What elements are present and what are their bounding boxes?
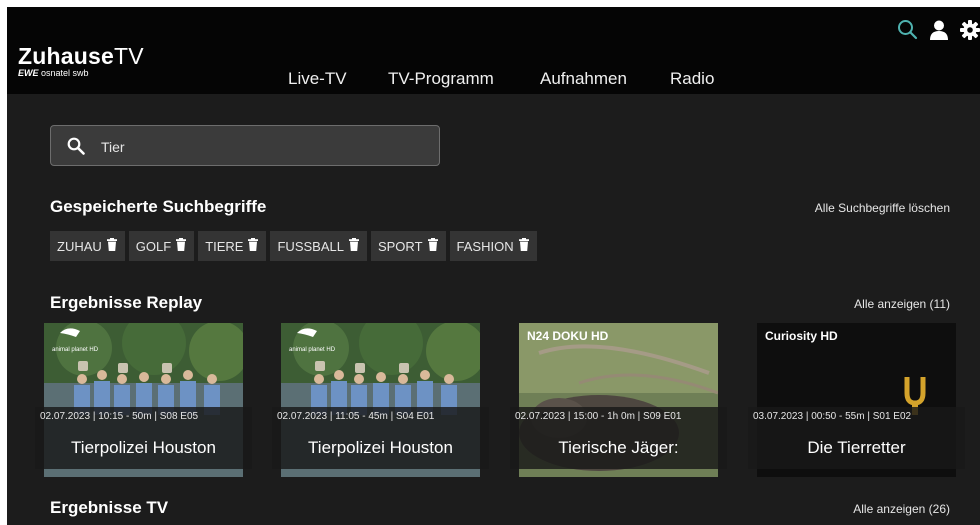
saved-search-chips: ZUHAU GOLF TIERE FUSSBALL SPORT FASHION [50,231,537,261]
search-input[interactable] [99,136,423,158]
tv-results-title: Ergebnisse TV [50,498,169,517]
chip-label: GOLF [135,238,172,254]
replay-card[interactable]: Curiosity HD 03.07.2023 | 00:50 - 55m | … [748,323,965,477]
card-meta: 03.07.2023 | 00:50 - 55m | S01 E02 [753,411,912,422]
app-frame: ZuhauseTV EWE osnatel swb Live-TV TV-Pro… [7,7,980,525]
card-title: Die Tierretter [807,438,906,457]
card-title: Tierpolizei Houston [308,438,453,457]
channel-logo: Curiosity HD [765,329,838,343]
search-chip[interactable]: FUSSBALL [270,231,367,261]
trash-icon[interactable] [106,238,117,254]
replay-results-row: animal planet HD 02.07.2023 | 10:15 - 50… [35,323,980,493]
saved-searches-title: Gespeicherte Suchbegriffe [50,197,267,216]
chip-label: TIERE [205,238,244,254]
card-meta: 02.07.2023 | 10:15 - 50m | S08 E05 [40,411,199,422]
tv-show-all-link[interactable]: Alle anzeigen (26) [853,502,950,516]
search-input-icon [67,137,85,160]
search-box[interactable] [50,125,440,166]
gear-icon[interactable] [960,19,980,45]
trash-icon[interactable] [348,238,359,254]
trash-icon[interactable] [176,238,187,254]
replay-show-all-link[interactable]: Alle anzeigen (11) [854,297,950,311]
search-chip[interactable]: FASHION [449,231,537,261]
replay-card[interactable]: animal planet HD 02.07.2023 | 10:15 - 50… [35,323,252,477]
trash-icon[interactable] [427,238,438,254]
channel-logo: animal planet HD [289,347,336,353]
search-chip[interactable]: ZUHAU [50,231,125,261]
search-chip[interactable]: TIERE [198,231,267,261]
card-meta: 02.07.2023 | 11:05 - 45m | S04 E01 [277,411,435,422]
trash-icon[interactable] [248,238,259,254]
zuhausetv-logo[interactable]: ZuhauseTV EWE osnatel swb [18,44,144,78]
card-title: Tierische Jäger: [558,438,679,457]
replay-results-title: Ergebnisse Replay [50,293,203,312]
top-bar: ZuhauseTV EWE osnatel swb Live-TV TV-Pro… [7,7,980,94]
chip-label: SPORT [377,238,423,254]
logo-sub-rest: osnatel swb [41,68,89,78]
user-icon[interactable] [930,20,948,45]
chip-label: FUSSBALL [277,238,344,254]
search-icon[interactable] [897,19,918,45]
nav-live-tv[interactable]: Live-TV [288,69,347,89]
channel-logo: animal planet HD [52,347,99,353]
nav-tv-programm[interactable]: TV-Programm [388,69,494,89]
search-chip[interactable]: SPORT [370,231,446,261]
logo-sub-ewe: EWE [18,68,39,78]
card-title: Tierpolizei Houston [71,438,216,457]
replay-card[interactable]: animal planet HD 02.07.2023 | 11:05 - 45… [272,323,489,477]
card-meta: 02.07.2023 | 15:00 - 1h 0m | S09 E01 [515,411,682,422]
logo-main-text: Zuhause [18,43,114,69]
top-icons [897,19,980,45]
clear-searches-button[interactable]: Alle Suchbegriffe löschen [815,201,950,215]
channel-logo: N24 DOKU HD [527,329,609,343]
replay-card[interactable]: N24 DOKU HD 02.07.2023 | 15:00 - 1h 0m |… [510,323,727,477]
chip-label: ZUHAU [57,238,102,254]
trash-icon[interactable] [518,238,529,254]
chip-label: FASHION [456,238,514,254]
nav-aufnahmen[interactable]: Aufnahmen [540,69,627,89]
nav-radio[interactable]: Radio [670,69,714,89]
logo-tv-text: TV [113,43,144,69]
search-chip[interactable]: GOLF [128,231,195,261]
